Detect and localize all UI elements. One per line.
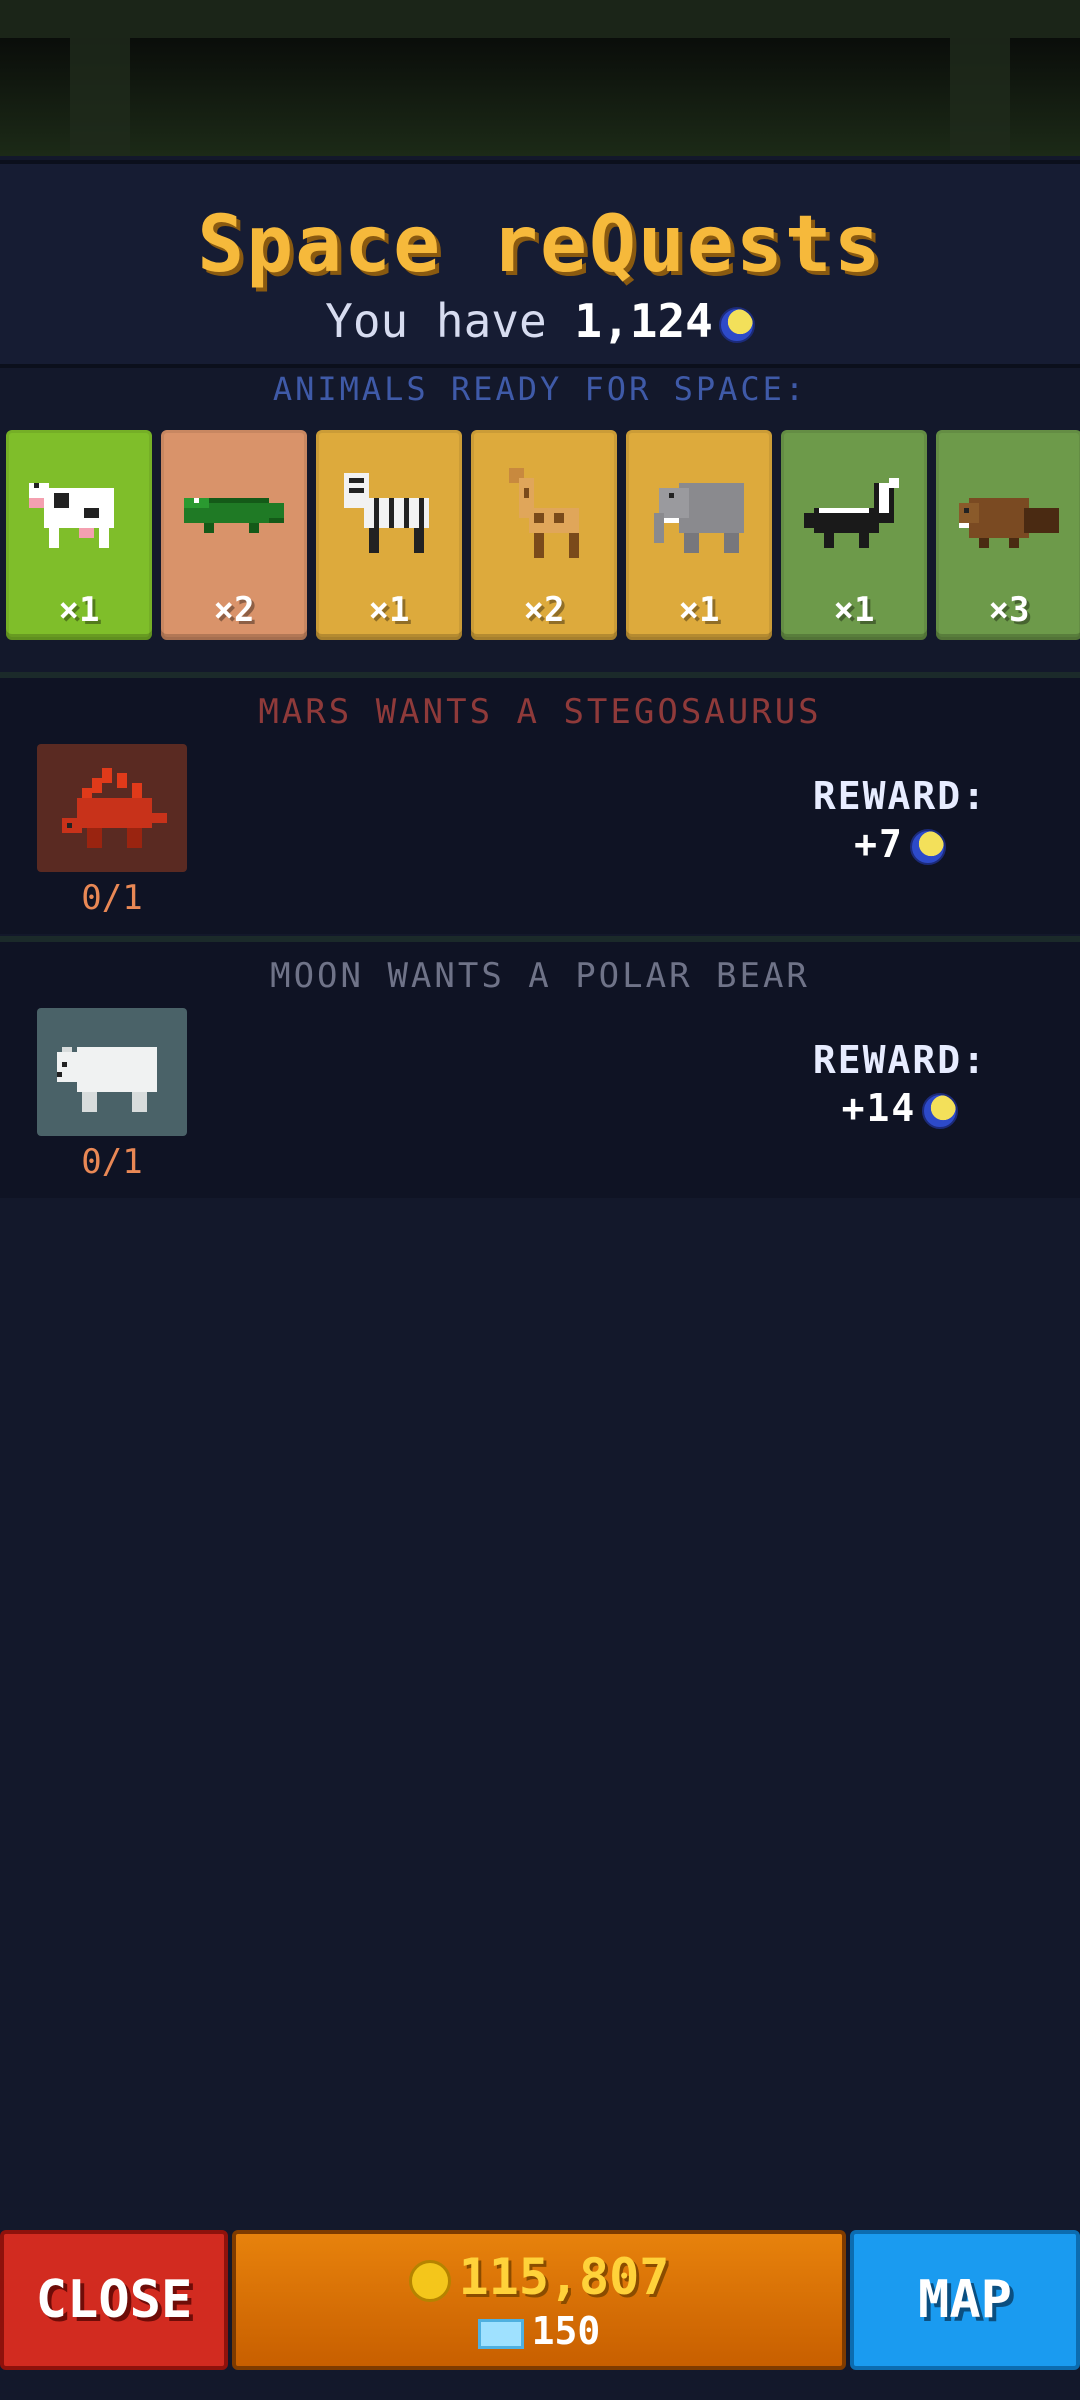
- gem-balance: 150: [236, 2312, 842, 2350]
- beaver-icon: [959, 498, 1059, 548]
- ready-label: ANIMALS READY FOR SPACE:: [272, 370, 808, 408]
- request-progress: 0/1: [81, 1142, 143, 1182]
- close-button[interactable]: CLOSE: [0, 2230, 228, 2370]
- moon-coin-icon: [922, 1092, 959, 1129]
- reward-value-line: +7: [800, 822, 1000, 866]
- animal-card-cow[interactable]: ×1: [6, 430, 152, 640]
- request-title: MARS WANTS A STEGOSAURUS: [258, 692, 822, 732]
- elephant-icon: [654, 483, 744, 553]
- balance-prefix: You have: [325, 294, 547, 348]
- animal-count: ×1: [58, 590, 100, 630]
- reward-label: REWARD:: [812, 1038, 988, 1082]
- request-title: MOON WANTS A POLAR BEAR: [270, 956, 810, 996]
- animal-card-skunk[interactable]: ×1: [781, 430, 927, 640]
- crocodile-icon: [184, 498, 284, 533]
- reward-block: REWARD: +7: [800, 774, 1000, 866]
- gem-amount: 150: [531, 2309, 601, 2353]
- reward-value: +7: [854, 822, 904, 866]
- bottom-bar: CLOSE 115,807 150 MAP: [0, 2228, 1080, 2376]
- animal-card-zebra[interactable]: ×1: [316, 430, 462, 640]
- reward-label: REWARD:: [812, 774, 988, 818]
- header-panel: Space reQuests You have 1,124: [0, 160, 1080, 368]
- animal-card-elephant[interactable]: ×1: [626, 430, 772, 640]
- request-animal-slot[interactable]: [37, 1008, 187, 1136]
- page-title: Space reQuests: [197, 200, 883, 290]
- animal-count: ×1: [368, 590, 410, 630]
- moon-balance: You have 1,124: [0, 298, 1080, 344]
- request-row-moon[interactable]: MOON WANTS A POLAR BEAR 0/1 REWARD: +14: [0, 936, 1080, 1198]
- status-strip: [0, 0, 1080, 38]
- moon-coin-icon: [909, 828, 946, 865]
- giraffe-icon: [509, 468, 579, 558]
- request-animal-slot[interactable]: [37, 744, 187, 872]
- balance-amount: 1,124: [574, 294, 713, 348]
- animal-card-list[interactable]: ×1 ×2 ×1 ×2 ×1 ×1 ×3: [6, 430, 1080, 642]
- animal-count: ×2: [523, 590, 565, 630]
- cow-icon: [29, 483, 114, 548]
- animal-count: ×3: [988, 590, 1030, 630]
- stegosaurus-icon: [62, 768, 167, 848]
- currency-panel: 115,807 150: [232, 2230, 846, 2370]
- reward-block: REWARD: +14: [800, 1038, 1000, 1130]
- animal-count: ×1: [833, 590, 875, 630]
- animal-count: ×2: [213, 590, 255, 630]
- animal-card-beaver[interactable]: ×3: [936, 430, 1080, 640]
- reward-value: +14: [841, 1086, 917, 1130]
- game-background: [0, 38, 1080, 156]
- coin-balance: 115,807: [236, 2252, 842, 2302]
- skunk-icon: [804, 478, 899, 548]
- zebra-icon: [344, 473, 429, 553]
- request-row-mars[interactable]: MARS WANTS A STEGOSAURUS 0/1 REWARD: +7: [0, 672, 1080, 934]
- animal-card-crocodile[interactable]: ×2: [161, 430, 307, 640]
- polar-bear-icon: [57, 1047, 157, 1112]
- coin-amount: 115,807: [458, 2248, 670, 2306]
- request-progress: 0/1: [81, 878, 143, 918]
- animal-count: ×1: [678, 590, 720, 630]
- gem-icon: [477, 2318, 524, 2349]
- map-button[interactable]: MAP: [850, 2230, 1080, 2370]
- coin-icon: [408, 2259, 451, 2302]
- reward-value-line: +14: [800, 1086, 1000, 1130]
- animal-card-giraffe[interactable]: ×2: [471, 430, 617, 640]
- moon-coin-icon: [718, 306, 755, 343]
